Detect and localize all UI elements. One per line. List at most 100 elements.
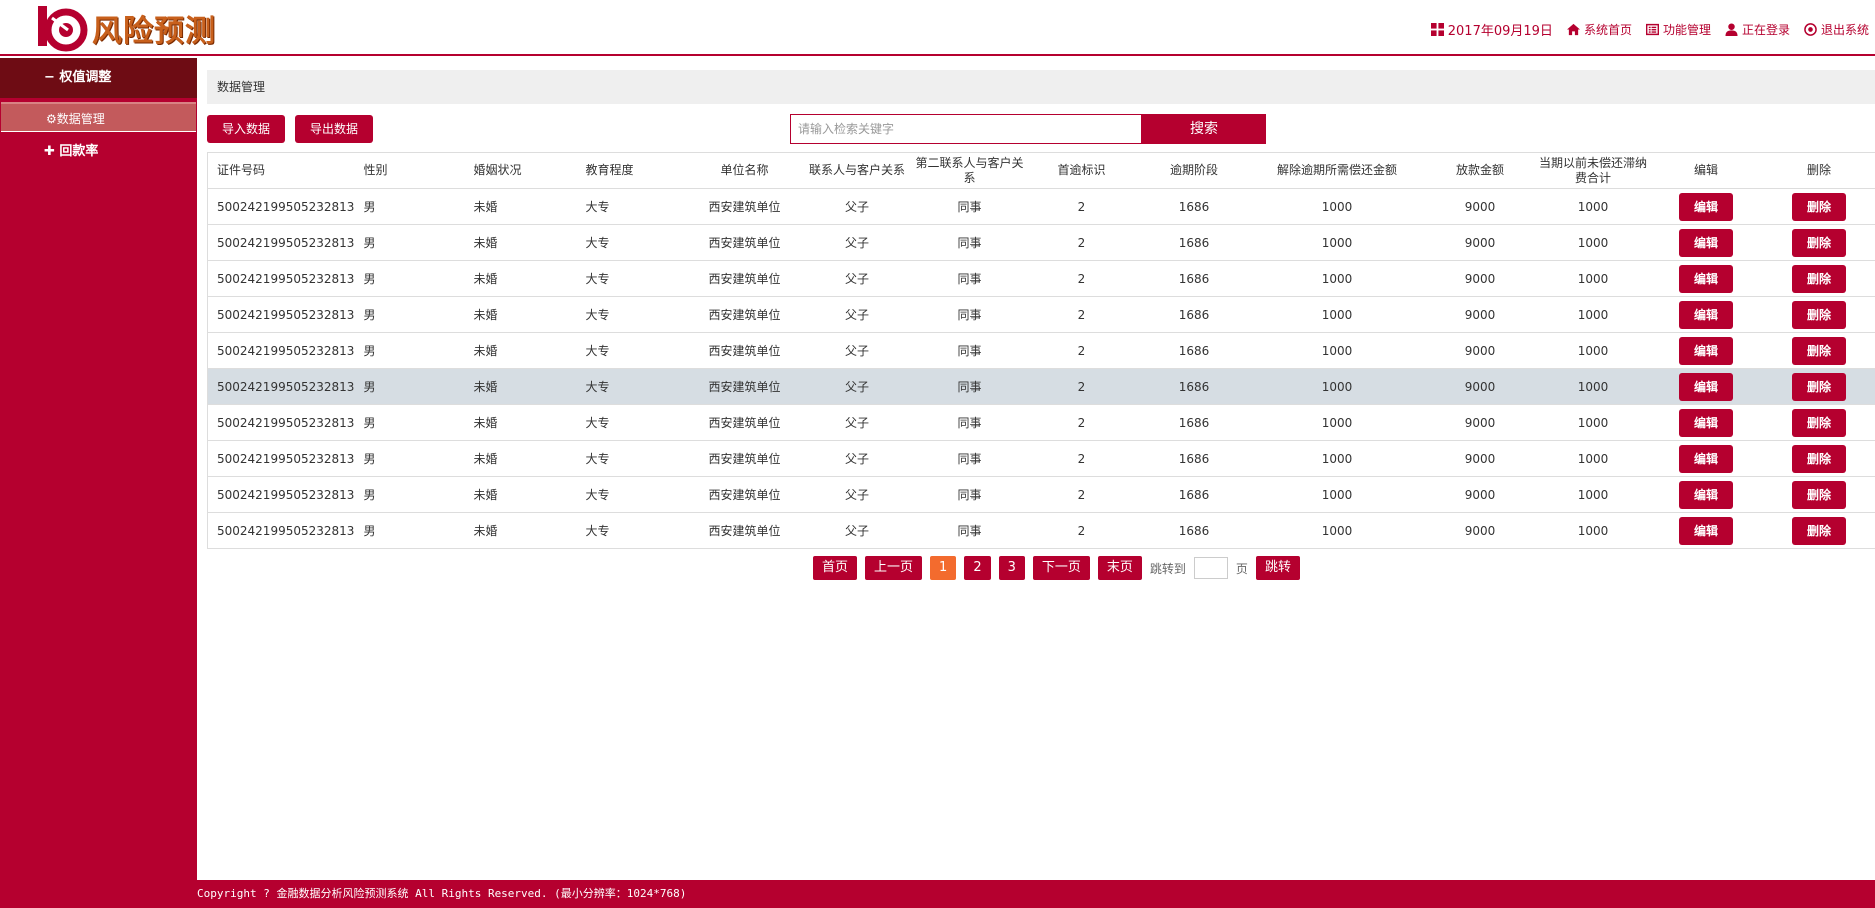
- delete-row-button[interactable]: 删除: [1792, 300, 1846, 329]
- table-cell: 1000: [1250, 260, 1424, 297]
- table-cell: 父子: [800, 368, 914, 405]
- table-cell: 500242199505232813: [207, 260, 355, 297]
- table-cell: 同事: [913, 188, 1026, 225]
- table-cell: 删除: [1762, 332, 1875, 369]
- sidebar: − 权值调整 ⚙数据管理 ✚ 回款率: [0, 58, 197, 880]
- delete-row-button[interactable]: 删除: [1792, 264, 1846, 293]
- table-cell: 1000: [1250, 476, 1424, 513]
- table-cell: 未婚: [464, 188, 577, 225]
- logo[interactable]: 风险预测: [38, 4, 216, 52]
- last-page-button[interactable]: 末页: [1097, 556, 1142, 580]
- edit-row-button[interactable]: 编辑: [1679, 408, 1733, 437]
- edit-row-button[interactable]: 编辑: [1679, 228, 1733, 257]
- table-cell: 西安建筑单位: [688, 368, 801, 405]
- delete-row-button[interactable]: 删除: [1792, 408, 1846, 437]
- top-nav-home[interactable]: 系统首页: [1566, 21, 1632, 38]
- top-nav-logout[interactable]: 退出系统: [1804, 21, 1869, 38]
- edit-row-button[interactable]: 编辑: [1679, 192, 1733, 221]
- table-cell: 西安建筑单位: [688, 440, 801, 477]
- table-cell: 大专: [576, 260, 689, 297]
- next-page-button[interactable]: 下一页: [1032, 556, 1090, 580]
- first-page-button[interactable]: 首页: [813, 556, 858, 580]
- table-cell: 编辑: [1649, 512, 1763, 549]
- edit-row-button[interactable]: 编辑: [1679, 444, 1733, 473]
- table-cell: 大专: [576, 512, 689, 549]
- table-cell: 大专: [576, 440, 689, 477]
- table-cell: 500242199505232813: [207, 188, 355, 225]
- sidebar-group-repayment[interactable]: ✚ 回款率: [0, 132, 197, 172]
- logo-text: 风险预测: [92, 14, 216, 49]
- table-cell: 1000: [1536, 188, 1650, 225]
- table-cell: 1000: [1250, 188, 1424, 225]
- table-header-cell: 逾期阶段: [1137, 152, 1251, 189]
- delete-row-button[interactable]: 删除: [1792, 192, 1846, 221]
- table-cell: 1000: [1536, 332, 1650, 369]
- table-cell: 2: [1025, 188, 1138, 225]
- page-button-3[interactable]: 3: [998, 556, 1025, 580]
- table-header-cell: 单位名称: [688, 152, 801, 189]
- table-cell: 1686: [1137, 440, 1251, 477]
- top-nav-function[interactable]: 功能管理: [1645, 21, 1711, 38]
- table-cell: 编辑: [1649, 188, 1763, 225]
- page-button-1[interactable]: 1: [930, 556, 957, 580]
- table-cell: 删除: [1762, 512, 1875, 549]
- table-cell: 删除: [1762, 188, 1875, 225]
- table-cell: 9000: [1423, 188, 1537, 225]
- table-cell: 删除: [1762, 404, 1875, 441]
- top-nav: 2017年09月19日 系统首页 功能管理 正在登录 退出系统: [1430, 20, 1869, 39]
- table-cell: 未婚: [464, 368, 577, 405]
- table-cell: 父子: [800, 260, 914, 297]
- search-button[interactable]: 搜索: [1142, 114, 1266, 144]
- table-cell: 父子: [800, 224, 914, 261]
- table-cell: 2: [1025, 224, 1138, 261]
- table-cell: 2: [1025, 368, 1138, 405]
- table-cell: 父子: [800, 188, 914, 225]
- table-cell: 1000: [1250, 404, 1424, 441]
- sidebar-group-weight[interactable]: − 权值调整: [0, 58, 197, 98]
- table-cell: 同事: [913, 404, 1026, 441]
- sidebar-item-data-management[interactable]: ⚙数据管理: [1, 102, 196, 132]
- table-cell: 500242199505232813: [207, 476, 355, 513]
- table-cell: 大专: [576, 332, 689, 369]
- search-input[interactable]: 请输入检索关键字: [790, 114, 1142, 144]
- edit-row-button[interactable]: 编辑: [1679, 300, 1733, 329]
- table-cell: 1000: [1250, 332, 1424, 369]
- table-row: 500242199505232813 男未婚 大专 西安建筑单位 父子 同事 2 1686 10…: [207, 404, 1875, 441]
- table-cell: 500242199505232813: [207, 368, 355, 405]
- edit-row-button[interactable]: 编辑: [1679, 480, 1733, 509]
- import-data-button[interactable]: 导入数据: [207, 115, 285, 143]
- date-label: 2017年09月19日: [1447, 24, 1553, 39]
- page-title: 数据管理: [207, 70, 1875, 104]
- table-cell: 删除: [1762, 440, 1875, 477]
- table-header-cell: 当期以前未偿还滞纳费合计: [1536, 152, 1650, 189]
- edit-row-button[interactable]: 编辑: [1679, 264, 1733, 293]
- delete-row-button[interactable]: 删除: [1792, 336, 1846, 365]
- delete-row-button[interactable]: 删除: [1792, 372, 1846, 401]
- table-cell: 西安建筑单位: [688, 188, 801, 225]
- table-cell: 1686: [1137, 260, 1251, 297]
- table-cell: 9000: [1423, 512, 1537, 549]
- goto-button[interactable]: 跳转: [1255, 556, 1300, 580]
- table-cell: 未婚: [464, 476, 577, 513]
- delete-row-button[interactable]: 删除: [1792, 480, 1846, 509]
- table-row: 500242199505232813 男未婚 大专 西安建筑单位 父子 同事 2 1686 10…: [207, 224, 1875, 261]
- table-cell: 删除: [1762, 296, 1875, 333]
- table-cell: 父子: [800, 440, 914, 477]
- edit-row-button[interactable]: 编辑: [1679, 336, 1733, 365]
- edit-row-button[interactable]: 编辑: [1679, 372, 1733, 401]
- table-cell: 1686: [1137, 224, 1251, 261]
- delete-row-button[interactable]: 删除: [1792, 516, 1846, 545]
- goto-page-input[interactable]: [1193, 557, 1228, 579]
- prev-page-button[interactable]: 上一页: [865, 556, 923, 580]
- table-cell: 西安建筑单位: [688, 332, 801, 369]
- table-cell: 同事: [913, 332, 1026, 369]
- delete-row-button[interactable]: 删除: [1792, 228, 1846, 257]
- table-header-cell: 婚姻状况: [464, 152, 577, 189]
- top-nav-login[interactable]: 正在登录: [1725, 21, 1790, 38]
- list-icon: [1645, 23, 1659, 36]
- delete-row-button[interactable]: 删除: [1792, 444, 1846, 473]
- table-cell: 大专: [576, 296, 689, 333]
- page-button-2[interactable]: 2: [964, 556, 991, 580]
- export-data-button[interactable]: 导出数据: [295, 115, 373, 143]
- edit-row-button[interactable]: 编辑: [1679, 516, 1733, 545]
